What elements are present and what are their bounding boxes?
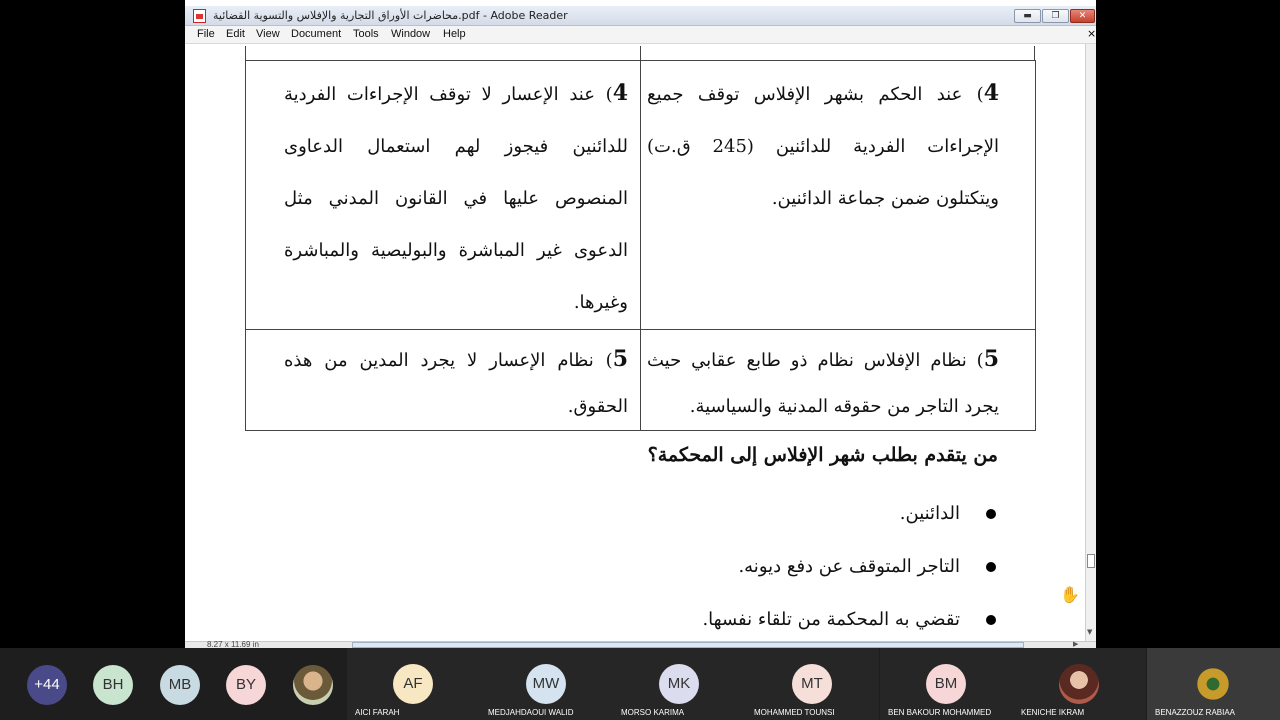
scroll-down-arrow-icon[interactable]: ▼ [1087, 628, 1092, 636]
bullet-icon [986, 615, 996, 625]
document-page: 4) عند الحكم بشهر الإفلاس توقف جميع الإج… [185, 44, 1085, 641]
participant-tile[interactable]: AF AICI FARAH [347, 648, 480, 720]
table-row: 5) نظام الإفلاس نظام ذو طابع عقابي حيث ي… [245, 329, 1036, 431]
menu-window[interactable]: Window [391, 28, 430, 40]
participant-avatar[interactable]: BH [93, 665, 133, 705]
pdf-file-icon [193, 9, 206, 23]
participant-tile[interactable]: BM BEN BAKOUR MOHAMMED [880, 648, 1013, 720]
participant-name: MEDJAHDAOUI WALID [488, 708, 574, 717]
more-participants-button[interactable]: +44 [27, 665, 67, 705]
maximize-button[interactable]: ❐ [1042, 9, 1069, 23]
bankruptcy-cell: 5) نظام الإفلاس نظام ذو طابع عقابي حيث ي… [640, 329, 1036, 431]
list-item: تقضي به المحكمة من تلقاء نفسها. [245, 598, 998, 641]
bullet-icon [986, 562, 996, 572]
menu-document[interactable]: Document [291, 28, 341, 40]
close-window-button[interactable]: ✕ [1070, 9, 1095, 23]
participant-avatar: MK [659, 664, 699, 704]
cell-text: ) نظام الإعسار لا يجرد المدين من هذه الح… [284, 350, 628, 417]
menu-bar: File Edit View Document Tools Window Hel… [185, 26, 1096, 44]
table-top-fragment [245, 46, 1035, 60]
participant-name: BEN BAKOUR MOHAMMED [888, 708, 992, 717]
university-logo-avatar [1193, 664, 1233, 704]
participant-avatar: MW [526, 664, 566, 704]
participant-avatar: MT [792, 664, 832, 704]
answer-list: الدائنين. التاجر المتوقف عن دفع ديونه. ت… [245, 492, 998, 641]
status-bar: 8.27 x 11.69 in ▶ [185, 640, 1096, 648]
table-row: 4) عند الحكم بشهر الإفلاس توقف جميع الإج… [245, 60, 1036, 330]
participants-strip: +44 BH MB BY AF AICI FARAH MW MEDJAHDAOU… [0, 648, 1280, 720]
participant-tile[interactable]: MK MORSO KARIMA [613, 648, 746, 720]
menu-help[interactable]: Help [443, 28, 466, 40]
bankruptcy-cell: 4) عند الحكم بشهر الإفلاس توقف جميع الإج… [640, 60, 1036, 330]
participant-name: AICI FARAH [355, 708, 400, 717]
minimize-button[interactable]: ▬ [1014, 9, 1041, 23]
participant-tile[interactable]: KENICHE IKRAM [1013, 648, 1146, 720]
participant-photo-avatar[interactable] [293, 665, 333, 705]
adobe-reader-window: محاضرات الأوراق التجارية والإفلاس والتسو… [185, 0, 1096, 648]
participant-avatar: AF [393, 664, 433, 704]
window-title: محاضرات الأوراق التجارية والإفلاس والتسو… [213, 9, 568, 22]
page-size-readout: 8.27 x 11.69 in [207, 640, 259, 648]
participant-name: KENICHE IKRAM [1021, 708, 1085, 717]
menu-edit[interactable]: Edit [226, 28, 245, 40]
participant-avatar[interactable]: MB [160, 665, 200, 705]
menu-file[interactable]: File [197, 28, 215, 40]
participant-tile[interactable]: BENAZZOUZ RABIAA [1147, 648, 1280, 720]
participant-avatar[interactable]: BY [226, 665, 266, 705]
participant-name: MOHAMMED TOUNSI [754, 708, 835, 717]
cell-text: ) نظام الإفلاس نظام ذو طابع عقابي حيث يج… [647, 350, 999, 417]
vertical-scrollbar[interactable]: ▼ [1085, 44, 1096, 641]
insolvency-cell: 5) نظام الإعسار لا يجرد المدين من هذه ال… [245, 329, 641, 431]
list-item: التاجر المتوقف عن دفع ديونه. [245, 545, 998, 598]
comparison-table: 4) عند الحكم بشهر الإفلاس توقف جميع الإج… [245, 60, 1036, 431]
participant-name: BENAZZOUZ RABIAA [1155, 708, 1236, 717]
cell-text: ) عند الحكم بشهر الإفلاس توقف جميع الإجر… [647, 84, 999, 209]
hand-cursor-icon: ✋ [1060, 585, 1080, 604]
participant-tile[interactable]: MT MOHAMMED TOUNSI [746, 648, 879, 720]
insolvency-cell: 4) عند الإعسار لا توقف الإجراءات الفردية… [245, 60, 641, 330]
participant-avatar: BM [926, 664, 966, 704]
participant-tile[interactable]: MW MEDJAHDAOUI WALID [480, 648, 613, 720]
close-document-icon[interactable]: × [1087, 27, 1096, 40]
scroll-thumb[interactable] [1087, 554, 1095, 568]
title-bar: محاضرات الأوراق التجارية والإفلاس والتسو… [185, 6, 1096, 26]
section-question: من يتقدم بطلب شهر الإفلاس إلى المحكمة؟ [647, 444, 998, 466]
menu-view[interactable]: View [256, 28, 280, 40]
bullet-icon [986, 509, 996, 519]
participant-name: MORSO KARIMA [621, 708, 685, 717]
cell-text: ) عند الإعسار لا توقف الإجراءات الفردية … [284, 84, 628, 313]
menu-tools[interactable]: Tools [353, 28, 379, 40]
list-item: الدائنين. [245, 492, 998, 545]
participant-photo-avatar [1059, 664, 1099, 704]
scroll-right-arrow-icon[interactable]: ▶ [1073, 640, 1078, 648]
